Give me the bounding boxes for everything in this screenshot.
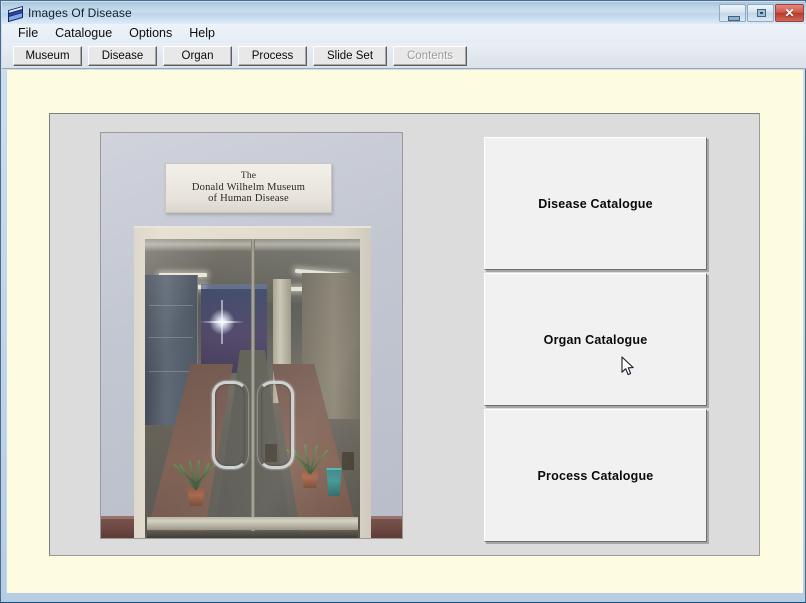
menu-item-file[interactable]: File	[10, 25, 47, 42]
process-catalogue-label: Process Catalogue	[537, 468, 654, 483]
minimize-button[interactable]	[719, 4, 746, 22]
toolbar-button-process[interactable]: Process	[238, 45, 307, 66]
menu-item-options[interactable]: Options	[121, 25, 181, 42]
sign-line-3: of Human Disease	[208, 193, 289, 205]
toolbar-button-contents: Contents	[393, 45, 467, 66]
title-bar[interactable]: Images Of Disease ✕	[2, 2, 806, 24]
museum-sign: The Donald Wilhelm Museum of Human Disea…	[165, 163, 332, 213]
toolbar-button-slide-set[interactable]: Slide Set	[313, 45, 387, 66]
minimize-icon	[728, 16, 740, 21]
toolbar: Museum Disease Organ Process Slide Set C…	[2, 43, 806, 69]
glass-doors	[145, 239, 360, 538]
sign-line-2: Donald Wilhelm Museum	[191, 181, 306, 193]
door-kickplate	[147, 517, 358, 530]
maximize-button[interactable]	[747, 4, 774, 22]
close-button[interactable]: ✕	[775, 4, 804, 22]
door-frame	[134, 226, 371, 538]
menu-item-help[interactable]: Help	[181, 25, 224, 42]
book-stack-icon	[7, 5, 23, 23]
toolbar-button-museum[interactable]: Museum	[13, 45, 82, 66]
process-catalogue-button[interactable]: Process Catalogue	[484, 409, 707, 542]
disease-catalogue-label: Disease Catalogue	[538, 196, 653, 211]
organ-catalogue-label: Organ Catalogue	[543, 332, 648, 347]
door-bottom-rail	[147, 531, 358, 538]
menu-bar: File Catalogue Options Help	[2, 24, 806, 43]
content-panel: The Donald Wilhelm Museum of Human Disea…	[49, 113, 760, 556]
window-controls: ✕	[719, 4, 804, 22]
window-title: Images Of Disease	[28, 6, 132, 20]
maximize-icon	[757, 9, 766, 17]
museum-entrance-photo: The Donald Wilhelm Museum of Human Disea…	[100, 132, 403, 539]
toolbar-button-organ[interactable]: Organ	[163, 45, 232, 66]
application-window: Images Of Disease ✕ File Catalogue Optio…	[0, 0, 806, 603]
disease-catalogue-button[interactable]: Disease Catalogue	[484, 137, 707, 270]
menu-item-catalogue[interactable]: Catalogue	[47, 25, 121, 42]
close-icon: ✕	[784, 6, 795, 20]
organ-catalogue-button[interactable]: Organ Catalogue	[484, 273, 707, 406]
door-handles	[210, 381, 296, 469]
sign-line-1: The	[240, 170, 257, 181]
toolbar-button-disease[interactable]: Disease	[88, 45, 157, 66]
client-area: The Donald Wilhelm Museum of Human Disea…	[6, 70, 803, 593]
